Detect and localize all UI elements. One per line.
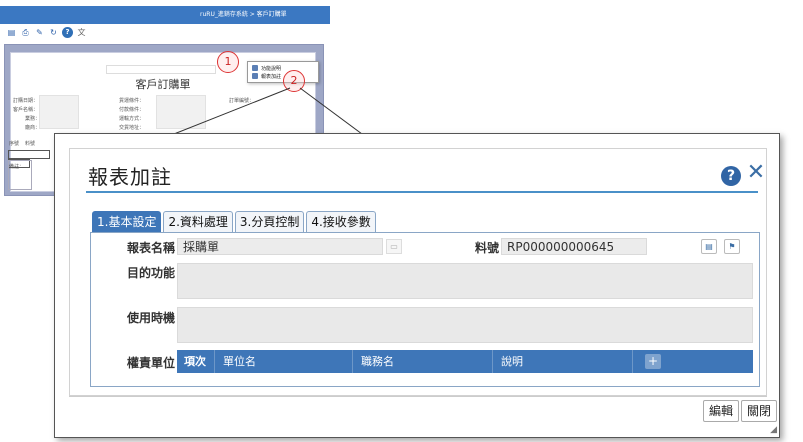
report-icon[interactable]: ▤ <box>6 27 17 38</box>
form-label: 付款條件： <box>119 107 145 113</box>
footer-divider <box>69 396 767 397</box>
tab-receive-parameters[interactable]: 4.接收參數 <box>306 211 376 232</box>
document-icon[interactable]: ▤ <box>701 239 717 254</box>
dialog-title: 報表加註 <box>88 165 172 189</box>
form-label: 業務： <box>25 116 41 122</box>
app-title-bar: ruRU_進銷存系統 > 客戶訂購單 <box>0 6 330 24</box>
column-header-position-name[interactable]: 職務名 <box>353 350 493 373</box>
print-icon[interactable]: ⎙ <box>20 27 31 38</box>
grid-header-row <box>8 150 50 159</box>
title-box <box>106 65 216 74</box>
column-header-description[interactable]: 說明 <box>493 350 633 373</box>
refresh-icon[interactable]: ↻ <box>48 27 59 38</box>
responsibility-grid-header: 項次 單位名 職務名 說明 + <box>177 350 753 373</box>
form-label: 運輸方式： <box>119 116 145 122</box>
close-button[interactable]: 關閉 <box>741 400 778 422</box>
help-icon[interactable]: ? <box>62 27 73 38</box>
title-divider <box>86 191 758 193</box>
form-label: 貨運條件： <box>119 98 145 104</box>
usage-textarea[interactable] <box>177 307 753 343</box>
document-icon <box>252 65 258 71</box>
menu-item-function-description[interactable]: 功能說明 <box>252 64 314 72</box>
usage-label: 使用時機 <box>127 311 176 325</box>
step-marker-1: 1 <box>217 51 239 73</box>
resize-grip-icon[interactable]: ◢ <box>770 425 777 435</box>
folder-icon[interactable]: ▭ <box>386 239 402 254</box>
report-name-field[interactable]: 採購單 <box>177 238 383 255</box>
tab-data-processing[interactable]: 2.資料處理 <box>163 211 233 232</box>
form-label: 訂購日期： <box>13 98 39 104</box>
breadcrumb[interactable]: ruRU_進銷存系統 > 客戶訂購單 <box>200 6 287 24</box>
report-annotation-dialog: 報表加註 ? ✕ 1.基本設定 2.資料處理 3.分頁控制 4.接收參數 報表名… <box>54 133 780 438</box>
flag-icon[interactable]: ⚑ <box>724 239 740 254</box>
purpose-label: 目的功能 <box>127 266 176 280</box>
purpose-textarea[interactable] <box>177 263 753 299</box>
column-header-item-no[interactable]: 項次 <box>177 350 215 373</box>
step-marker-2: 2 <box>283 70 305 92</box>
responsibility-label: 權責單位 <box>127 356 176 370</box>
edit-button[interactable]: 編輯 <box>703 400 740 422</box>
help-icon[interactable]: ? <box>721 166 741 186</box>
tab-pagination-control[interactable]: 3.分頁控制 <box>234 211 305 232</box>
menu-item-label: 報表加註 <box>261 73 282 80</box>
add-row-icon[interactable]: + <box>645 354 661 369</box>
annotation-icon <box>252 73 258 79</box>
pencil-icon[interactable]: ✎ <box>34 27 45 38</box>
menu-item-label: 功能說明 <box>261 65 282 72</box>
tab-bar: 1.基本設定 2.資料處理 3.分頁控制 4.接收參數 <box>92 211 376 232</box>
close-icon[interactable]: ✕ <box>746 161 766 185</box>
material-no-label: 料號 <box>475 241 500 255</box>
column-header-unit-name[interactable]: 單位名 <box>215 350 353 373</box>
report-name-label: 報表名稱 <box>127 241 176 255</box>
tab-basic-settings[interactable]: 1.基本設定 <box>92 211 162 232</box>
form-field <box>156 95 206 129</box>
app-toolbar: ▤ ⎙ ✎ ↻ ? 文 <box>6 27 87 39</box>
basic-settings-panel: 報表名稱 採購單 ▭ 料號 RP000000000645 ▤ ⚑ 目的功能 使用… <box>90 232 760 387</box>
dialog-body: 報表加註 ? ✕ 1.基本設定 2.資料處理 3.分頁控制 4.接收參數 報表名… <box>69 148 767 396</box>
form-label: 客戶名稱： <box>13 107 39 113</box>
grid-label: 序號 <box>9 141 20 147</box>
grid-label: 料號 <box>25 141 36 147</box>
form-label: 交貨地址： <box>119 125 145 131</box>
translate-icon[interactable]: 文 <box>76 27 87 38</box>
form-field <box>39 95 79 129</box>
form-label: 訂單編號： <box>229 98 255 104</box>
material-no-field[interactable]: RP000000000645 <box>501 238 647 255</box>
form-label: 廠商： <box>25 125 41 131</box>
note-box <box>8 160 32 190</box>
